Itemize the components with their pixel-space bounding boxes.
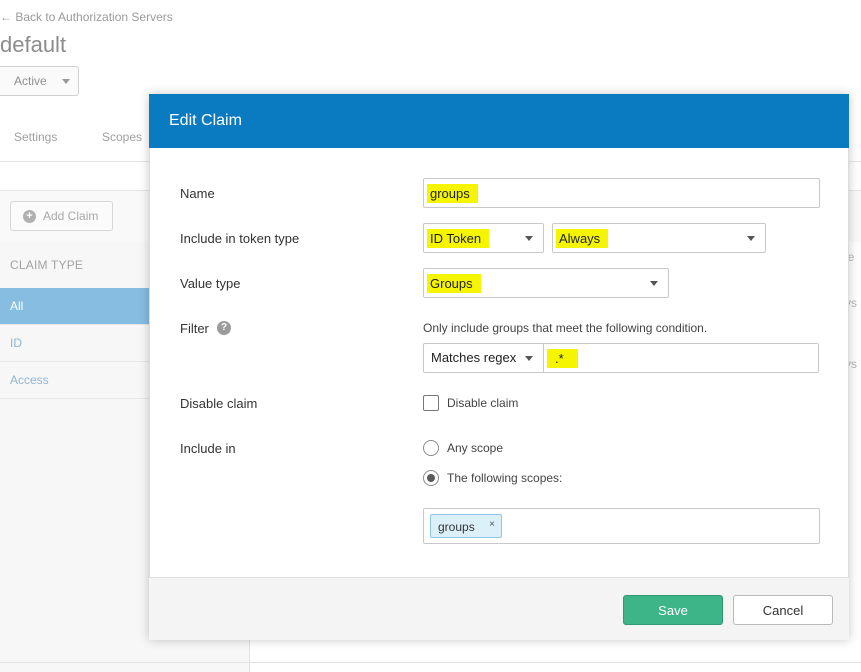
chevron-down-icon xyxy=(62,79,70,84)
value-type-select[interactable]: Groups xyxy=(423,268,669,298)
scope-chip: groups × xyxy=(430,514,502,538)
add-claim-label: Add Claim xyxy=(43,209,99,223)
close-icon[interactable]: × xyxy=(489,519,495,530)
dialog-footer: Save Cancel xyxy=(149,577,849,640)
token-when-select[interactable]: Always xyxy=(552,223,766,253)
filter-label: Filter xyxy=(180,321,209,336)
any-scope-radio[interactable] xyxy=(423,440,439,456)
chevron-down-icon xyxy=(525,236,533,241)
name-value: groups xyxy=(427,184,478,203)
value-type-value: Groups xyxy=(427,274,481,293)
save-button[interactable]: Save xyxy=(623,595,723,625)
status-value: Active xyxy=(14,74,47,88)
disable-claim-checkbox[interactable] xyxy=(423,395,439,411)
following-scopes-label[interactable]: The following scopes: xyxy=(447,471,562,485)
token-type-label: Include in token type xyxy=(180,231,300,246)
dialog-title: Edit Claim xyxy=(169,112,242,129)
include-in-label: Include in xyxy=(180,441,236,456)
chevron-down-icon xyxy=(525,356,533,361)
page-title: default xyxy=(0,32,67,57)
edit-claim-dialog: Edit Claim Name groups Include in token … xyxy=(149,94,849,640)
tab-settings[interactable]: Settings xyxy=(14,130,57,144)
filter-operator-select[interactable]: Matches regex xyxy=(423,343,544,373)
dialog-header: Edit Claim xyxy=(149,94,849,148)
chevron-down-icon xyxy=(650,281,658,286)
name-label: Name xyxy=(180,186,215,201)
scope-chip-label: groups xyxy=(438,520,475,534)
filter-regex-input[interactable]: .* xyxy=(543,343,819,373)
name-input[interactable]: groups xyxy=(423,178,820,208)
add-claim-button[interactable]: + Add Claim xyxy=(10,201,113,231)
token-type-value: ID Token xyxy=(427,229,490,248)
token-type-select[interactable]: ID Token xyxy=(423,223,544,253)
plus-icon: + xyxy=(23,210,36,223)
filter-regex-value: .* xyxy=(547,349,578,368)
any-scope-label[interactable]: Any scope xyxy=(447,441,503,455)
filter-operator-value: Matches regex xyxy=(431,350,517,365)
disable-claim-label: Disable claim xyxy=(180,396,258,411)
chevron-down-icon xyxy=(747,236,755,241)
tab-scopes[interactable]: Scopes xyxy=(102,130,142,144)
help-icon[interactable]: ? xyxy=(217,321,231,335)
following-scopes-radio[interactable] xyxy=(423,470,439,486)
page-divider xyxy=(0,662,861,663)
scopes-input[interactable]: groups × xyxy=(423,508,820,544)
disable-claim-checkbox-label[interactable]: Disable claim xyxy=(447,396,518,410)
status-dropdown[interactable]: Active xyxy=(0,66,79,96)
value-type-label: Value type xyxy=(180,276,241,291)
back-link[interactable]: ← Back to Authorization Servers xyxy=(0,10,173,24)
cancel-button[interactable]: Cancel xyxy=(733,595,833,625)
filter-hint: Only include groups that meet the follow… xyxy=(423,321,708,335)
claim-type-heading: CLAIM TYPE xyxy=(10,258,84,272)
token-when-value: Always xyxy=(556,229,609,248)
dialog-body: Name groups Include in token type ID Tok… xyxy=(149,148,849,577)
